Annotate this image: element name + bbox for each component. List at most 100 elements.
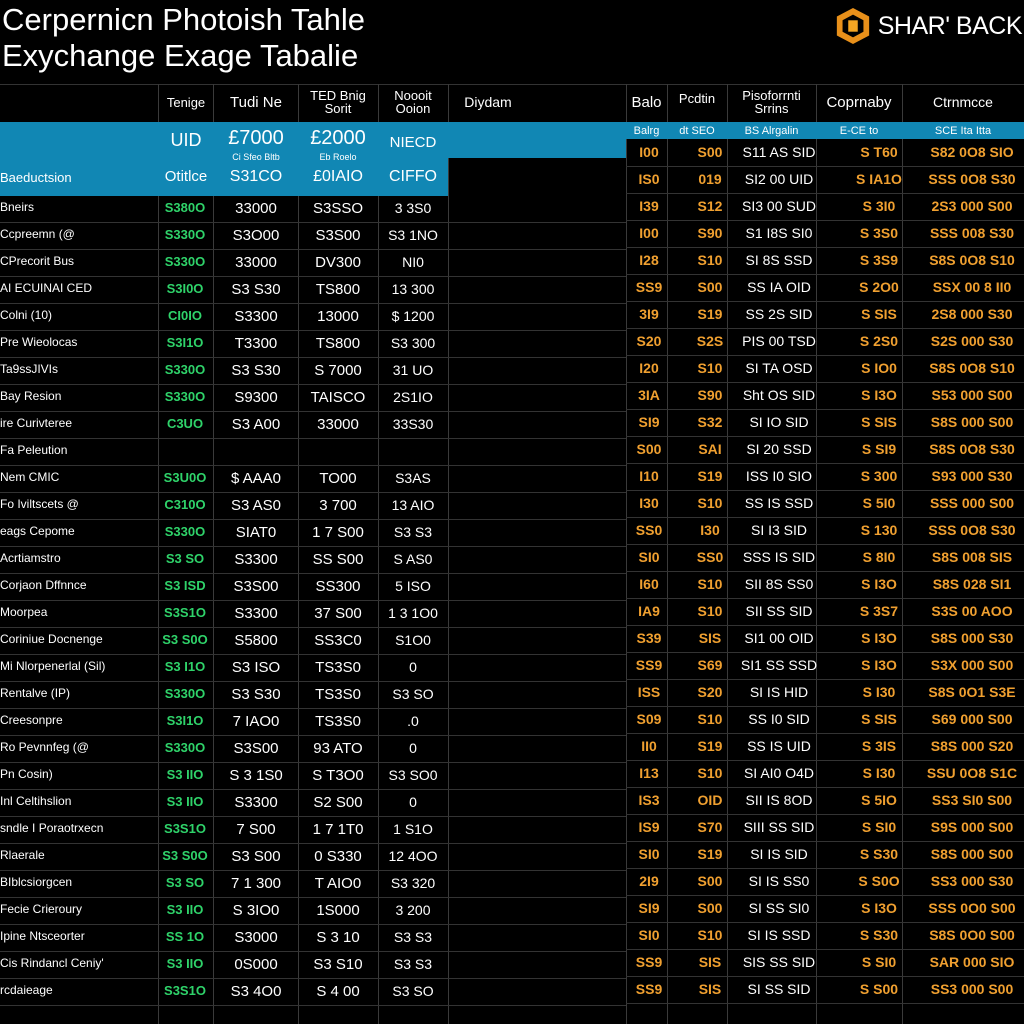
table-row[interactable]: ire Curivteree C3UO S3 A00 33000 33S30 (0, 412, 626, 439)
table-row[interactable]: ISS S20 SI IS HID S I30 S8S 0O1 S3E (626, 680, 1024, 707)
table-row[interactable]: SI0 SS0 SSS IS SID S 8I0 S8S 008 SIS (626, 545, 1024, 572)
row-label: Mi Nlorpenerlal (Sil) (0, 659, 106, 673)
table-row[interactable]: I00 S00 S11 AS SID S T60 S82 0O8 SIO (626, 140, 1024, 167)
table-row[interactable]: Rentalve (IP) S330O S3 S30 TS3S0 S3 SO (0, 682, 626, 709)
row-value-orange: S93 000 S30 (931, 468, 1013, 484)
row-value-green: S380O (164, 200, 206, 215)
right-header-2[interactable]: Pcdtin (667, 80, 727, 116)
table-row[interactable]: 3I9 S19 SS 2S SID S SIS 2S8 000 S30 (626, 302, 1024, 329)
table-row[interactable]: Ipine Ntsceorter SS 1O S3000 S 3 10 S3 S3 (0, 925, 626, 952)
table-row[interactable]: SS9 SIS SIS SS SID S SI0 SAR 000 SIO (626, 950, 1024, 977)
table-row[interactable]: Corjaon Dffnnce S3 ISD S3S00 SS300 5 ISO (0, 574, 626, 601)
table-row[interactable]: SI9 S00 SI SS SI0 S I3O SSS 0O0 S00 (626, 896, 1024, 923)
table-row[interactable]: sndle I Poraotrxecn S3S1O 7 S00 1 7 1T0 1 S1… (0, 817, 626, 844)
table-row[interactable]: Acrtiamstro S3 SO S3300 SS S00 S AS0 (0, 547, 626, 574)
table-row[interactable]: I13 S10 SI AI0 O4D S I30 SSU 0O8 S1C (626, 761, 1024, 788)
right-header-5[interactable]: Ctrnmcce (902, 84, 1024, 120)
table-row[interactable]: Rlaerale S3 S0O S3 S00 0 S330 12 4OO (0, 844, 626, 871)
table-row[interactable]: Colni (10) CI0IO S3300 13000 $ 1200 (0, 304, 626, 331)
table-row[interactable]: Ccpreemn (@ S330O S3O00 S3S00 S3 1NO (0, 223, 626, 250)
row-value-orange: SS3 SI0 S00 (931, 792, 1013, 808)
right-header-1[interactable]: Balo (626, 84, 667, 120)
table-row[interactable]: IS0 019 SI2 00 UID S IA1O SSS 0O8 S30 (626, 167, 1024, 194)
table-row[interactable]: SI0 S19 SI IS SID S S30 S8S 000 S00 (626, 842, 1024, 869)
row-value: 33S30 (392, 416, 434, 432)
table-row[interactable]: rcdaieage S3S1O S3 4O0 S 4 00 S3 SO (0, 979, 626, 1006)
table-row[interactable]: S00 SAI SI 20 SSD S SI9 S8S 0O8 S30 (626, 437, 1024, 464)
table-row[interactable]: Fecie Crieroury S3 IIO S 3IO0 1S000 3 200 (0, 898, 626, 925)
row-value: 33000 (317, 416, 359, 433)
table-row[interactable]: S20 S2S PIS 00 TSD S 2S0 S2S 000 S30 (626, 329, 1024, 356)
row-value-orange: S39 (636, 630, 662, 646)
left-header-2[interactable]: Tudi Ne (214, 84, 298, 120)
row-value-orange: S20 (636, 333, 662, 349)
left-header-3[interactable]: TED Bnig Sorit (298, 84, 378, 120)
table-row[interactable]: II0 S19 SS IS UID S 3IS S8S 000 S20 (626, 734, 1024, 761)
table-row[interactable]: Bneirs S380O 33000 S3SSO 3 3S0 (0, 196, 626, 223)
table-row[interactable]: IA9 S10 SII SS SID S 3S7 S3S 00 AOO (626, 599, 1024, 626)
table-row[interactable]: Fa Peleution (0, 439, 626, 466)
row-value-orange: SSX 00 8 II0 (932, 279, 1012, 295)
table-row[interactable]: CPrecorit Bus S330O 33000 DV300 NI0 (0, 250, 626, 277)
table-row[interactable]: Moorpea S3S1O S3300 37 S00 1 3 1O0 (0, 601, 626, 628)
table-row[interactable]: Cis Rindancl Ceniy' S3 IIO 0S000 S3 S10 S3 S… (0, 952, 626, 979)
table-row[interactable]: I39 S12 SI3 00 SUD S 3I0 2S3 000 S00 (626, 194, 1024, 221)
left-header-1[interactable]: Tenige (158, 84, 214, 120)
row-value-orange: S00 (697, 144, 723, 160)
table-row[interactable]: SS9 SIS SI SS SID S S00 SS3 000 S00 (626, 977, 1024, 1004)
row-value-orange: 2S3 000 S00 (931, 198, 1013, 214)
row-value-orange: SS9 (635, 981, 663, 997)
row-value: S3 SO (392, 983, 434, 999)
left-header-4[interactable]: Noooit Ooion (378, 84, 448, 120)
table-row[interactable]: Ro Pevnnfeg (@ S330O S3S00 93 ATO 0 (0, 736, 626, 763)
table-row[interactable]: I28 S10 SI 8S SSD S 3S9 S8S 0O8 S10 (626, 248, 1024, 275)
table-row[interactable]: SS0 I30 SI I3 SID S 130 SSS 0O8 S30 (626, 518, 1024, 545)
table-row[interactable]: IS3 OID SII IS 8OD S 5IO SS3 SI0 S00 (626, 788, 1024, 815)
brand-logo[interactable]: SHAR' BACK (834, 6, 1023, 46)
table-row[interactable]: Coriniue Docnenge S3 S0O S5800 SS3C0 S1O0 (0, 628, 626, 655)
row-value-green: S3 IIO (166, 767, 204, 782)
table-row[interactable]: SS9 S00 SS IA OID S 2O0 SSX 00 8 II0 (626, 275, 1024, 302)
row-value-green: S3 I1O (164, 659, 206, 674)
table-row[interactable]: I00 S90 S1 I8S SI0 S 3S0 SSS 008 S30 (626, 221, 1024, 248)
table-row[interactable]: Pre Wieolocas S3I1O T3300 TS800 S3 300 (0, 331, 626, 358)
table-row[interactable]: IS9 S70 SIII SS SID S SI0 S9S 000 S00 (626, 815, 1024, 842)
right-header-4[interactable]: Coprnaby (816, 84, 902, 120)
table-row[interactable]: I60 S10 SII 8S SS0 S I3O S8S 028 SI1 (626, 572, 1024, 599)
table-row[interactable]: Inl Celtihslion S3 IIO S3300 S2 S00 0 (0, 790, 626, 817)
band-cell: Otitlce (164, 168, 208, 185)
table-row[interactable]: Nem CMIC S3U0O $ AAA0 TO00 S3AS (0, 466, 626, 493)
table-row[interactable]: 3IA S90 Sht OS SID S I3O S53 000 S00 (626, 383, 1024, 410)
row-value: ISS I0 SIO (745, 468, 813, 484)
table-row[interactable]: Bay Resion S330O S9300 TAISCO 2S1IO (0, 385, 626, 412)
table-row[interactable]: 2I9 S00 SI IS SS0 S S0O SS3 000 S30 (626, 869, 1024, 896)
table-row[interactable]: Pn Cosin) S3 IIO S 3 1S0 S T3O0 S3 SO0 (0, 763, 626, 790)
right-header-3[interactable]: Pisoforrnti Srrins (727, 84, 816, 120)
table-row[interactable]: Fo Iviltscets @ C310O S3 AS0 3 700 13 AIO (0, 493, 626, 520)
band-cell: CIFFO (389, 168, 437, 185)
row-value: SS300 (315, 578, 361, 595)
row-value-orange: I13 (639, 765, 659, 781)
table-row[interactable]: Ta9ssJIVIs S330O S3 S30 S 7000 31 UO (0, 358, 626, 385)
row-value: 1S000 (316, 902, 360, 919)
table-row[interactable]: S39 SIS SI1 00 OID S I3O S8S 000 S30 (626, 626, 1024, 653)
table-row[interactable]: S09 S10 SS I0 SID S SIS S69 000 S00 (626, 707, 1024, 734)
table-row[interactable]: SS9 S69 SI1 SS SSD S I3O S3X 000 S00 (626, 653, 1024, 680)
table-row[interactable]: SI9 S32 SI IO SID S SIS S8S 000 S00 (626, 410, 1024, 437)
left-header-5[interactable]: Diydam (448, 84, 528, 120)
row-value-orange: SS0 (696, 549, 724, 565)
row-value: S3 S3 (393, 956, 433, 972)
table-row[interactable]: SI0 S10 SI IS SSD S S30 S8S 0O0 S00 (626, 923, 1024, 950)
table-row[interactable]: I30 S10 SS IS SSD S 5I0 SSS 000 S00 (626, 491, 1024, 518)
table-row[interactable]: I20 S10 SI TA OSD S IO0 S8S 0O8 S10 (626, 356, 1024, 383)
table-row[interactable]: BIblcsiorgcen S3 SO 7 1 300 T AIO0 S3 320 (0, 871, 626, 898)
table-row[interactable]: eags Cepome S330O SIAT0 1 7 S00 S3 S3 (0, 520, 626, 547)
table-row[interactable]: I10 S19 ISS I0 SIO S 300 S93 000 S30 (626, 464, 1024, 491)
table-row[interactable]: AI ECUINAI CED S3I0O S3 S30 TS800 13 300 (0, 277, 626, 304)
row-value: S3 320 (390, 875, 436, 891)
row-value-orange: S8S 028 SI1 (932, 576, 1012, 592)
table-row[interactable]: Mi Nlorpenerlal (Sil) S3 I1O S3 ISO TS3S0 0 (0, 655, 626, 682)
row-value: S3 ISO (231, 659, 281, 676)
table-row[interactable]: Creesonpre S3I1O 7 IAO0 TS3S0 .0 (0, 709, 626, 736)
band-label: Baeductsion (0, 170, 72, 185)
